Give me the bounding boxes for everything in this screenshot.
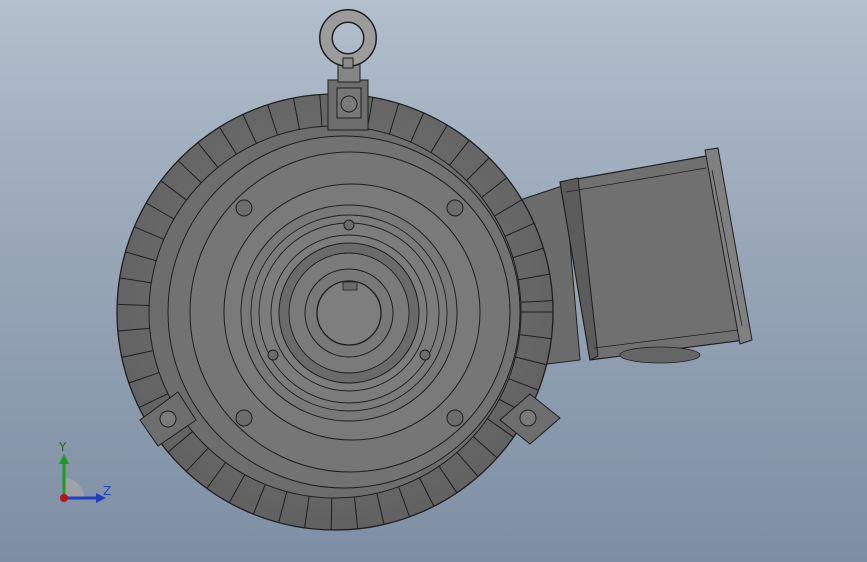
- bolt: [446, 409, 464, 427]
- bolt: [446, 199, 464, 217]
- shaft-icon[interactable]: [316, 280, 382, 346]
- housing[interactable]: [116, 63, 561, 531]
- lifting-lug: [327, 63, 369, 131]
- bolt: [419, 349, 431, 361]
- lug-nut: [340, 95, 358, 113]
- bolt: [343, 219, 355, 231]
- cooling-fin-icon: [330, 497, 333, 530]
- axis-z-label: Z: [103, 484, 112, 498]
- bolt: [235, 199, 253, 217]
- keyway-icon: [342, 281, 358, 291]
- eyebolt-neck: [342, 57, 354, 69]
- foot-bolt: [519, 409, 537, 427]
- foot-bolt: [159, 410, 177, 428]
- terminal-box[interactable]: [519, 147, 753, 366]
- axis-y-arrow: [59, 454, 69, 464]
- motor-model[interactable]: [0, 0, 867, 562]
- triad-quadrant: [64, 478, 84, 498]
- eyebolt-icon[interactable]: [319, 9, 377, 69]
- terminal-box-base: [619, 346, 701, 364]
- axis-x-dot: [60, 494, 68, 502]
- bolt: [235, 409, 253, 427]
- axis-y-label: Y: [59, 440, 67, 454]
- bolt: [267, 349, 279, 361]
- view-orientation-triad: Y Z: [50, 440, 120, 510]
- graphics-viewport[interactable]: Y Z: [0, 0, 867, 562]
